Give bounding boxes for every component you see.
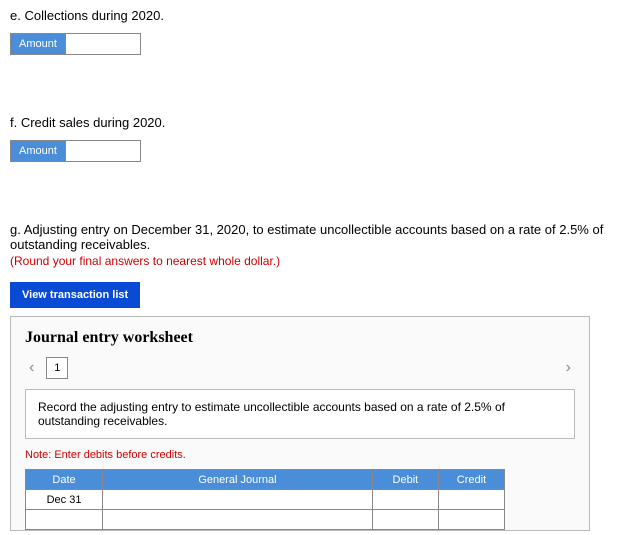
question-e-text: e. Collections during 2020. bbox=[10, 8, 633, 23]
journal-worksheet: Journal entry worksheet ‹ 1 › Record the… bbox=[10, 316, 590, 531]
cell-date[interactable] bbox=[26, 510, 103, 530]
table-row: Dec 31 bbox=[26, 490, 505, 510]
amount-input-e[interactable] bbox=[66, 33, 141, 55]
cell-debit[interactable] bbox=[372, 490, 438, 510]
chevron-left-icon[interactable]: ‹ bbox=[25, 359, 38, 377]
cell-credit[interactable] bbox=[438, 490, 504, 510]
header-credit: Credit bbox=[438, 470, 504, 490]
view-transaction-list-button[interactable]: View transaction list bbox=[10, 282, 140, 308]
question-g-text: g. Adjusting entry on December 31, 2020,… bbox=[10, 222, 633, 252]
amount-label-f: Amount bbox=[10, 140, 66, 162]
table-row bbox=[26, 510, 505, 530]
amount-row-e: Amount bbox=[10, 33, 633, 55]
page-number[interactable]: 1 bbox=[46, 357, 68, 379]
worksheet-title: Journal entry worksheet bbox=[25, 329, 575, 347]
worksheet-nav: ‹ 1 › bbox=[25, 357, 575, 379]
journal-table: Date General Journal Debit Credit Dec 31 bbox=[25, 469, 505, 530]
cell-gj[interactable] bbox=[103, 490, 373, 510]
header-general-journal: General Journal bbox=[103, 470, 373, 490]
question-g-instruction: (Round your final answers to nearest who… bbox=[10, 254, 633, 268]
question-f-text: f. Credit sales during 2020. bbox=[10, 115, 633, 130]
cell-credit[interactable] bbox=[438, 510, 504, 530]
header-date: Date bbox=[26, 470, 103, 490]
worksheet-instruction: Record the adjusting entry to estimate u… bbox=[25, 389, 575, 439]
amount-row-f: Amount bbox=[10, 140, 633, 162]
header-debit: Debit bbox=[372, 470, 438, 490]
worksheet-note: Note: Enter debits before credits. bbox=[25, 449, 575, 461]
amount-input-f[interactable] bbox=[66, 140, 141, 162]
chevron-right-icon[interactable]: › bbox=[562, 359, 575, 377]
cell-gj[interactable] bbox=[103, 510, 373, 530]
cell-date[interactable]: Dec 31 bbox=[26, 490, 103, 510]
amount-label-e: Amount bbox=[10, 33, 66, 55]
cell-debit[interactable] bbox=[372, 510, 438, 530]
